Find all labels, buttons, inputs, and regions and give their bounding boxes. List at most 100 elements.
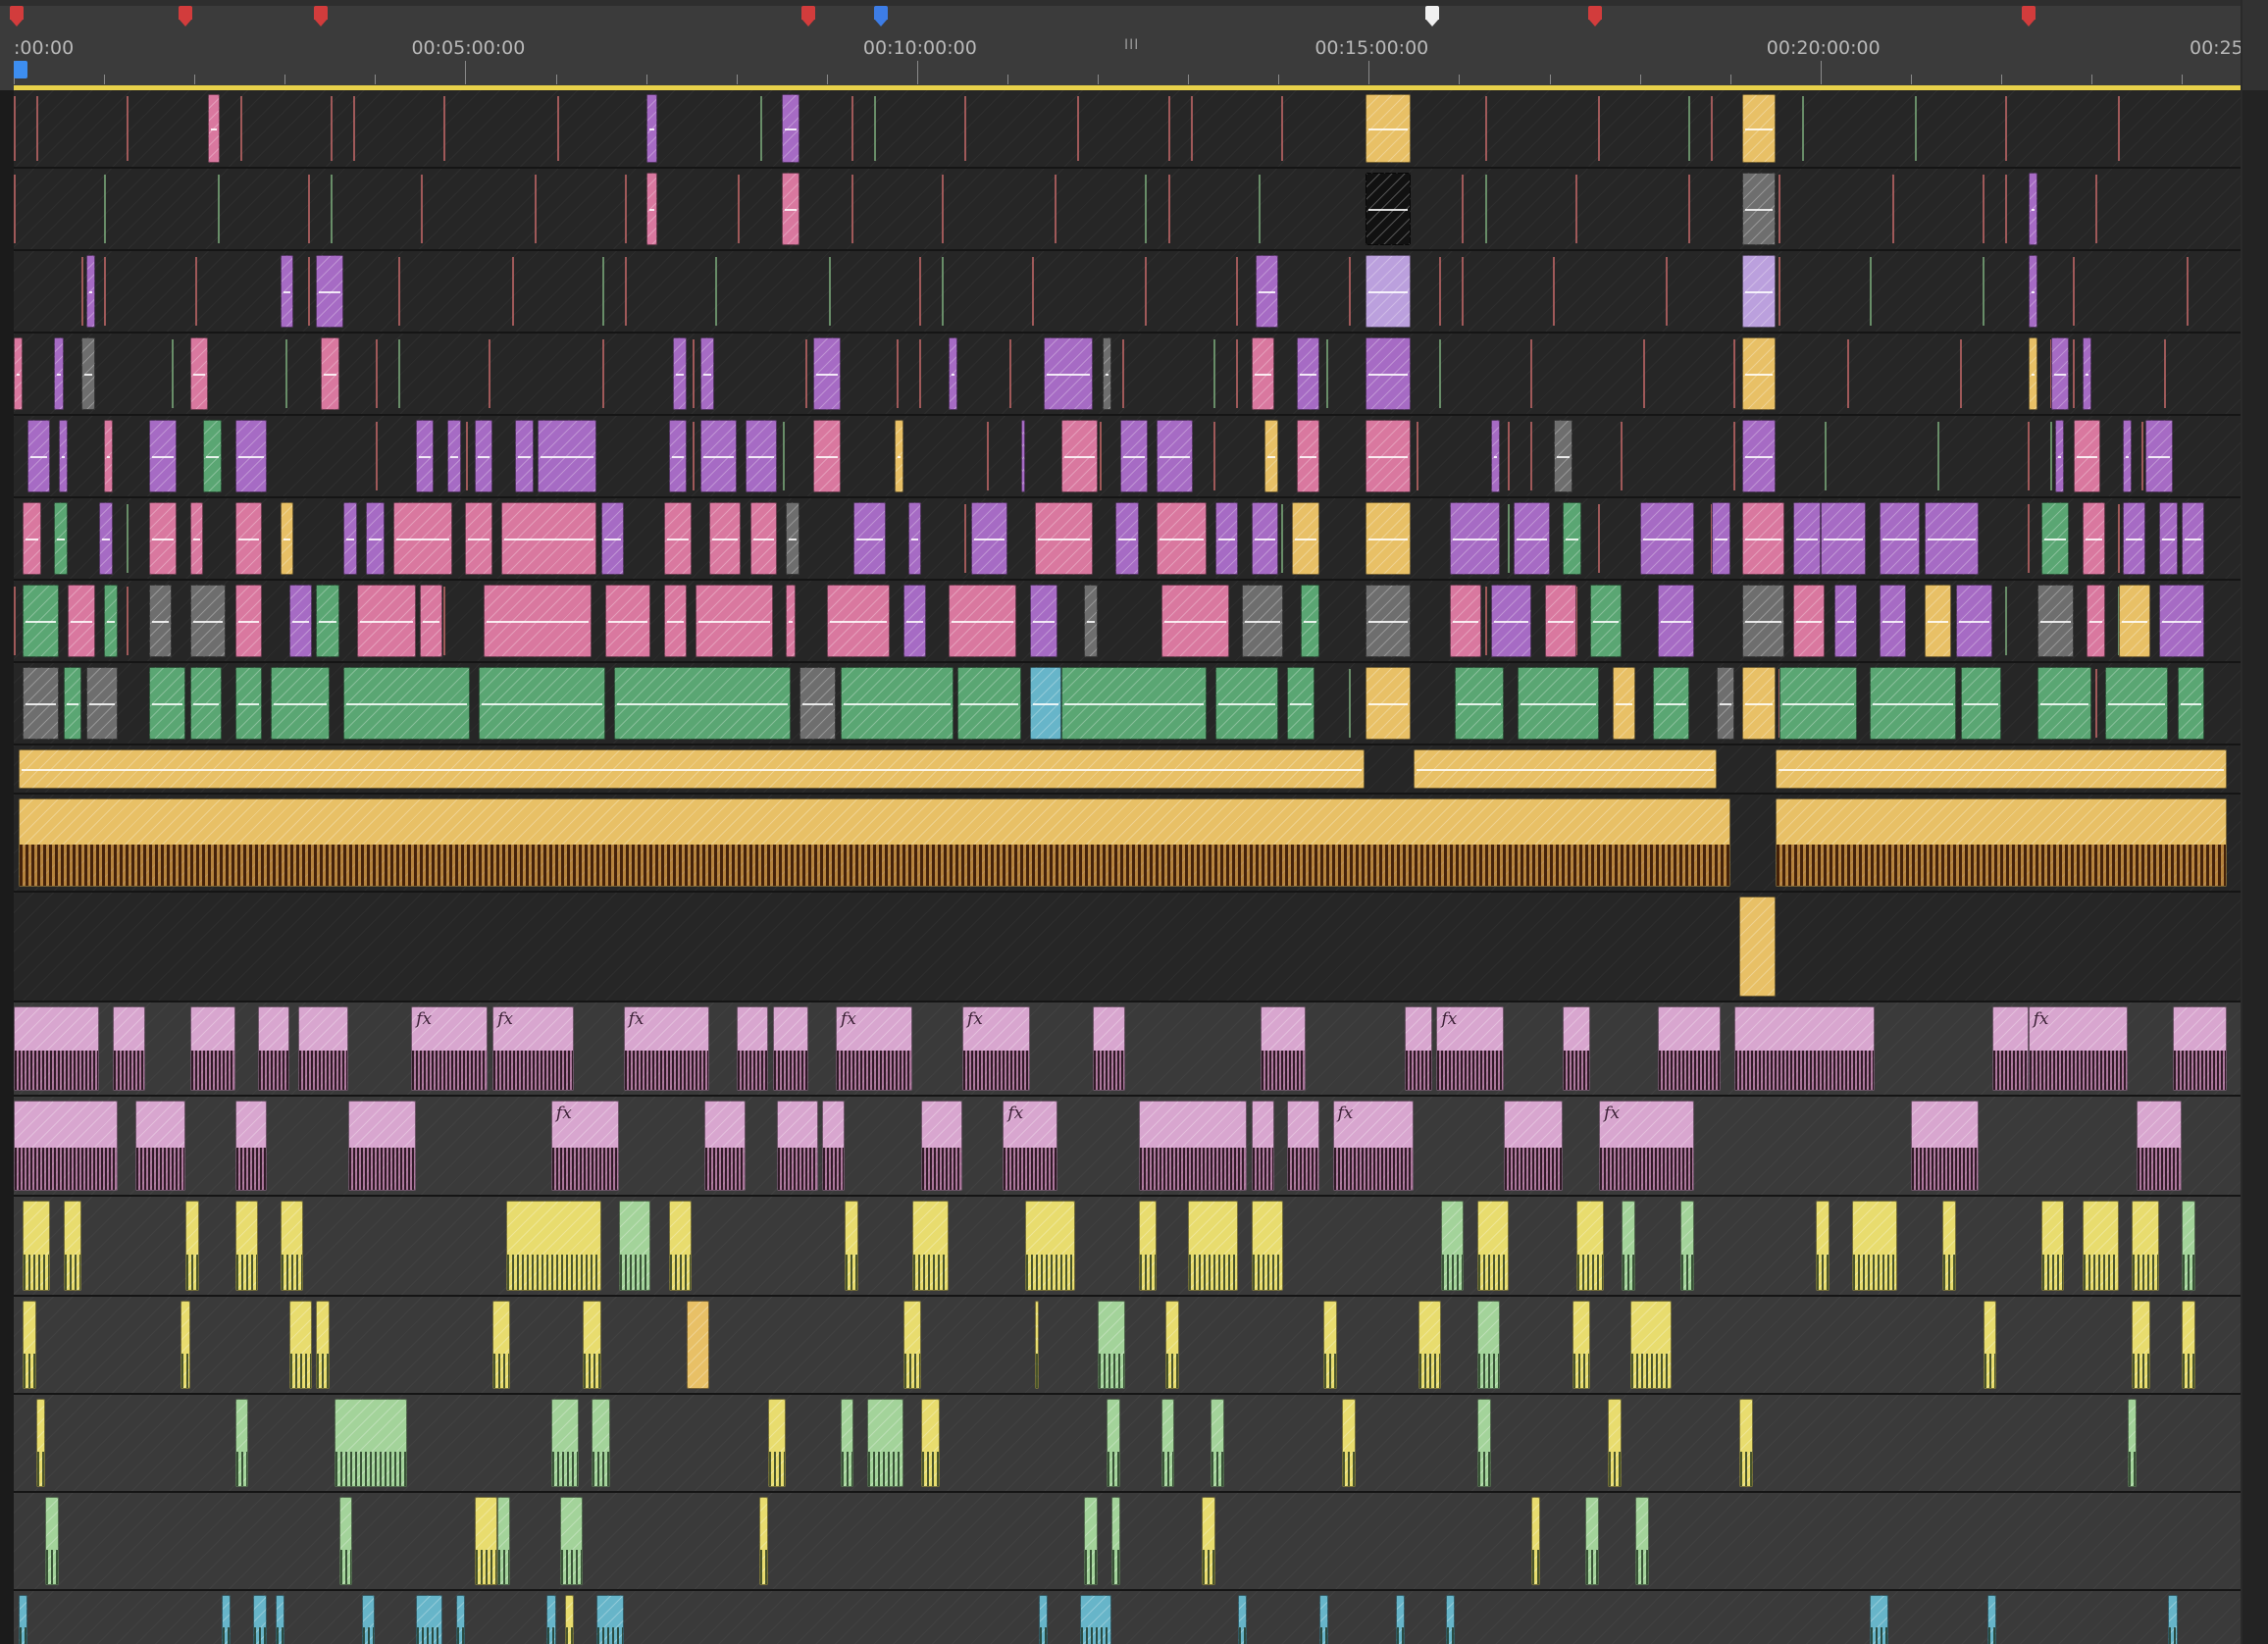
audio-clip[interactable] <box>772 1006 809 1091</box>
clip-opacity-line[interactable] <box>2031 291 2035 293</box>
clip-opacity-line[interactable] <box>1367 539 1408 540</box>
audio-clip[interactable]: fx <box>550 1101 619 1191</box>
audio-clip[interactable] <box>23 1201 50 1291</box>
clip-opacity-line[interactable] <box>1267 456 1276 458</box>
clip-opacity-line[interactable] <box>702 456 734 458</box>
audio-clip[interactable] <box>276 1595 285 1644</box>
fx-badge-icon[interactable]: fx <box>967 1009 983 1029</box>
audio-clip[interactable] <box>135 1101 185 1191</box>
video-clip[interactable] <box>840 667 954 740</box>
audio-clip[interactable] <box>2132 1301 2150 1389</box>
clip-opacity-line[interactable] <box>802 703 833 705</box>
video-clip[interactable] <box>316 255 344 328</box>
video-clip[interactable] <box>234 502 263 575</box>
video-clip[interactable] <box>104 585 118 657</box>
video-clip[interactable] <box>1741 173 1776 245</box>
clip-opacity-line[interactable] <box>1744 209 1773 211</box>
video-clip[interactable] <box>104 420 114 492</box>
video-clip[interactable] <box>2159 585 2205 657</box>
audio-clip[interactable] <box>189 1006 235 1091</box>
audio-clip[interactable] <box>550 1399 579 1487</box>
video-clip[interactable] <box>1102 337 1111 410</box>
video-clip[interactable] <box>745 420 778 492</box>
video-clip[interactable] <box>1214 667 1279 740</box>
clip-opacity-line[interactable] <box>29 456 47 458</box>
audio-clip[interactable] <box>1572 1301 1590 1389</box>
clip-opacity-line[interactable] <box>1217 539 1235 540</box>
video-clip[interactable] <box>1365 420 1411 492</box>
video-clip[interactable] <box>447 420 461 492</box>
clip-opacity-line[interactable] <box>667 539 689 540</box>
audio-clip[interactable] <box>1107 1399 1121 1487</box>
clip-opacity-line[interactable] <box>2039 703 2089 705</box>
audio-track-a7[interactable] <box>14 1493 2241 1591</box>
clip-opacity-line[interactable] <box>107 621 115 623</box>
audio-clip[interactable] <box>595 1595 624 1644</box>
clip-opacity-line[interactable] <box>1927 539 1976 540</box>
audio-clip[interactable] <box>1025 1201 1076 1291</box>
clip-opacity-line[interactable] <box>1547 621 1574 623</box>
video-clip[interactable] <box>664 585 688 657</box>
video-clip[interactable] <box>786 585 796 657</box>
audio-clip[interactable] <box>1287 1101 1319 1191</box>
video-clip[interactable] <box>1365 585 1411 657</box>
audio-clip[interactable] <box>1734 1006 1876 1091</box>
audio-clip[interactable] <box>180 1301 190 1389</box>
audio-clip[interactable] <box>592 1399 610 1487</box>
audio-clip[interactable] <box>234 1201 258 1291</box>
clip-opacity-line[interactable] <box>237 703 260 705</box>
video-clip[interactable] <box>149 585 173 657</box>
clip-opacity-line[interactable] <box>84 374 92 376</box>
clip-opacity-line[interactable] <box>1453 539 1497 540</box>
audio-clip[interactable] <box>338 1497 353 1585</box>
clip-opacity-line[interactable] <box>1615 703 1632 705</box>
fx-badge-icon[interactable]: fx <box>1007 1104 1023 1123</box>
video-clip[interactable] <box>68 585 95 657</box>
clip-opacity-line[interactable] <box>897 456 902 458</box>
audio-clip[interactable] <box>492 1301 511 1389</box>
audio-clip[interactable] <box>2132 1201 2160 1291</box>
audio-clip[interactable] <box>456 1595 466 1644</box>
sequence-marker[interactable] <box>874 6 889 26</box>
audio-clip[interactable] <box>1260 1006 1306 1091</box>
audio-track-a3[interactable]: fx fx fx fx <box>14 1097 2241 1197</box>
audio-clip[interactable]: fx <box>1332 1101 1415 1191</box>
clip-opacity-line[interactable] <box>152 621 170 623</box>
clip-opacity-line[interactable] <box>418 456 432 458</box>
audio-clip[interactable] <box>14 1101 118 1191</box>
video-clip[interactable] <box>781 173 800 245</box>
audio-clip[interactable] <box>184 1201 199 1291</box>
audio-clip[interactable] <box>1251 1101 1274 1191</box>
audio-clip[interactable] <box>1585 1497 1600 1585</box>
video-clip[interactable] <box>54 502 69 575</box>
video-clip[interactable] <box>1043 337 1094 410</box>
audio-clip[interactable] <box>903 1301 922 1389</box>
clip-opacity-line[interactable] <box>1958 621 1989 623</box>
clip-opacity-line[interactable] <box>2039 621 2071 623</box>
video-clip[interactable] <box>234 667 263 740</box>
video-clip[interactable] <box>2082 502 2105 575</box>
clip-opacity-line[interactable] <box>1719 703 1732 705</box>
audio-clip[interactable] <box>1395 1595 1406 1644</box>
audio-clip[interactable] <box>767 1399 787 1487</box>
video-clip[interactable] <box>1264 420 1279 492</box>
clip-opacity-line[interactable] <box>359 621 413 623</box>
video-clip[interactable] <box>957 667 1021 740</box>
clip-opacity-line[interactable] <box>829 621 888 623</box>
video-track-v5[interactable] <box>14 498 2241 581</box>
clip-opacity-line[interactable] <box>1796 621 1823 623</box>
audio-clip[interactable] <box>14 1006 100 1091</box>
audio-track-a1[interactable] <box>14 893 2241 1002</box>
clip-opacity-line[interactable] <box>192 621 224 623</box>
video-clip[interactable] <box>234 585 263 657</box>
video-clip[interactable] <box>2028 337 2037 410</box>
clip-opacity-line[interactable] <box>2076 456 2098 458</box>
clip-opacity-line[interactable] <box>1744 291 1773 293</box>
clip-opacity-line[interactable] <box>1299 374 1316 376</box>
video-clip[interactable] <box>1924 502 1979 575</box>
audio-clip[interactable] <box>234 1399 249 1487</box>
clip-opacity-line[interactable] <box>1367 621 1408 623</box>
audio-clip[interactable] <box>564 1595 574 1644</box>
video-clip[interactable] <box>1793 502 1821 575</box>
clip-opacity-line[interactable] <box>1417 769 1714 771</box>
